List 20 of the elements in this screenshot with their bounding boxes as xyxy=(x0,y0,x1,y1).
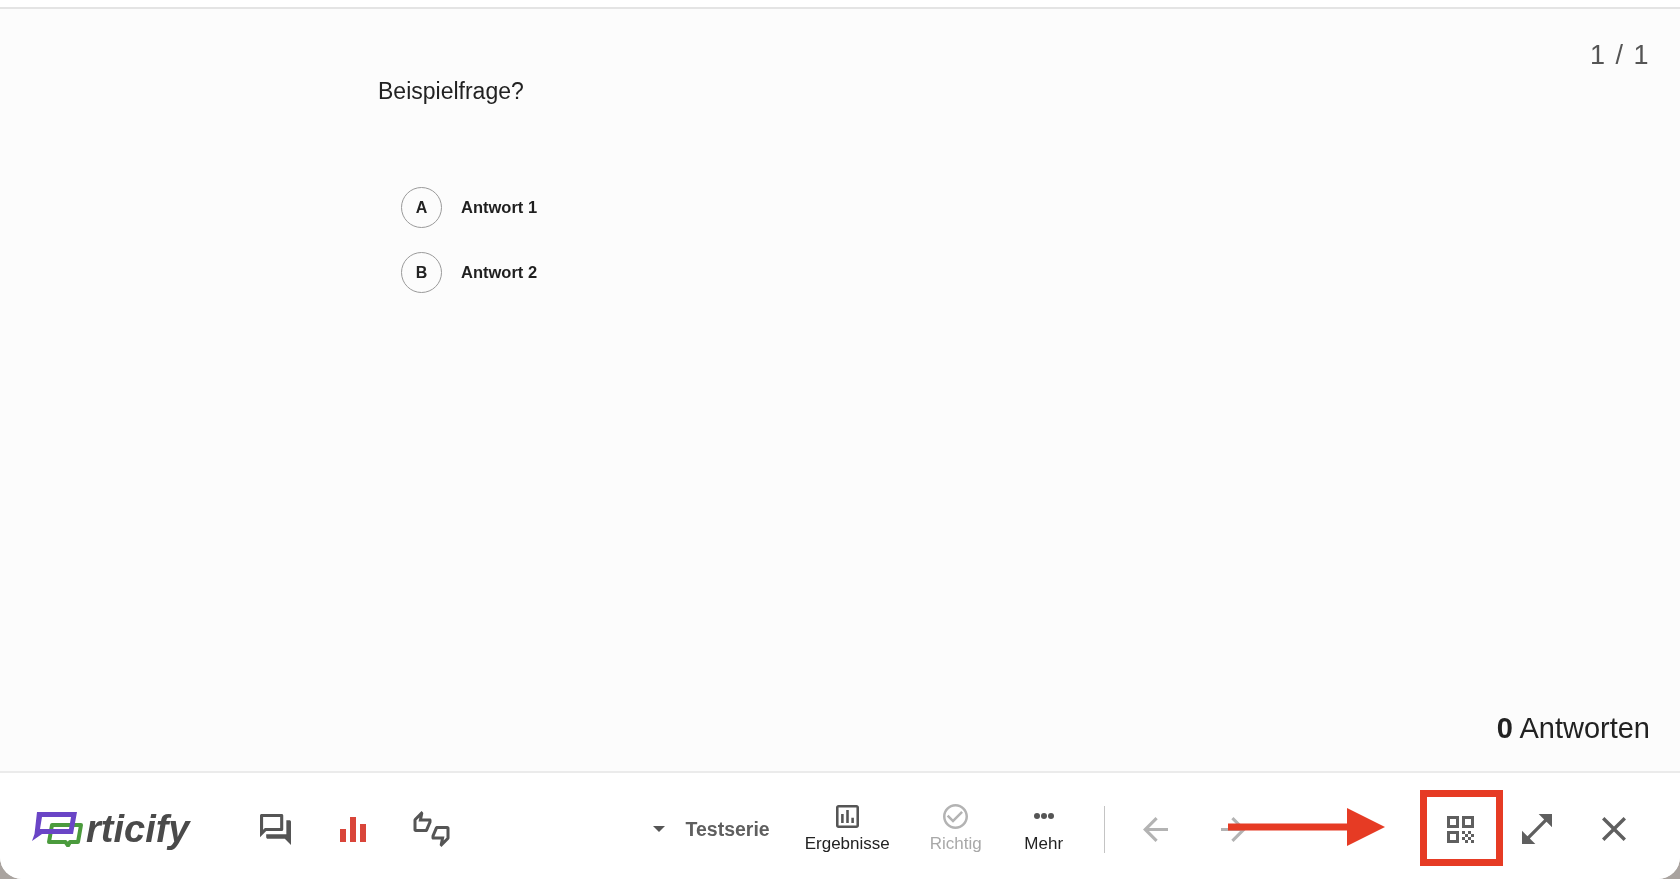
thumbs-up-down-icon xyxy=(413,811,450,847)
results-button[interactable]: Ergebnisse xyxy=(790,804,904,854)
answer-text: Antwort 1 xyxy=(461,198,538,217)
bar-chart-icon xyxy=(340,816,367,842)
caret-icon xyxy=(653,826,666,832)
question-text: Beispielfrage? xyxy=(378,78,524,104)
chat-bubbles-icon xyxy=(260,813,291,845)
slide-counter: 1 / 1 xyxy=(1589,39,1650,71)
more-button[interactable]: Mehr xyxy=(1007,804,1080,854)
arrow-left-icon xyxy=(1142,816,1168,842)
series-dropdown[interactable]: Testserie xyxy=(653,817,770,841)
answer-text: Antwort 2 xyxy=(461,263,538,282)
more-dots-icon xyxy=(1033,813,1054,819)
expand-icon xyxy=(1522,814,1553,844)
close-icon xyxy=(1602,817,1627,841)
logo-wordmark: rticify xyxy=(86,809,190,849)
qr-code-icon xyxy=(1446,815,1474,843)
response-count: 0 Antworten xyxy=(1496,711,1650,745)
logo-bubbles-icon xyxy=(31,811,84,847)
annotation-arrow-icon xyxy=(1228,808,1385,846)
